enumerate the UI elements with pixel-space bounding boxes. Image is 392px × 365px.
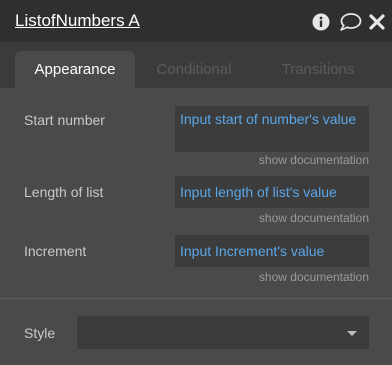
tab-conditional[interactable]: Conditional [143, 51, 245, 88]
length-of-list-doc-link[interactable]: show documentation [259, 211, 369, 225]
style-label: Style [24, 325, 56, 341]
property-editor-panel: ListofNumbers A Appearance Conditional T… [0, 0, 392, 365]
close-icon[interactable] [368, 12, 386, 32]
tab-transitions[interactable]: Transitions [266, 51, 370, 88]
tab-appearance[interactable]: Appearance [15, 51, 135, 88]
length-of-list-input[interactable]: Input length of list's value [175, 176, 369, 208]
start-number-doc-link[interactable]: show documentation [259, 153, 369, 167]
comment-icon[interactable] [338, 12, 362, 32]
chevron-down-icon [347, 331, 357, 336]
increment-label: Increment [24, 243, 87, 259]
info-icon[interactable] [311, 12, 331, 32]
style-dropdown[interactable] [77, 316, 369, 349]
element-title[interactable]: ListofNumbers A [15, 11, 140, 31]
start-number-label: Start number [24, 112, 105, 128]
panel-header: ListofNumbers A [0, 0, 392, 42]
section-divider [0, 298, 392, 299]
increment-input[interactable]: Input Increment's value [175, 235, 369, 267]
tab-bar: Appearance Conditional Transitions [0, 42, 392, 88]
start-number-input[interactable]: Input start of number's value [175, 106, 369, 152]
increment-doc-link[interactable]: show documentation [259, 270, 369, 284]
length-of-list-label: Length of list [24, 184, 104, 200]
